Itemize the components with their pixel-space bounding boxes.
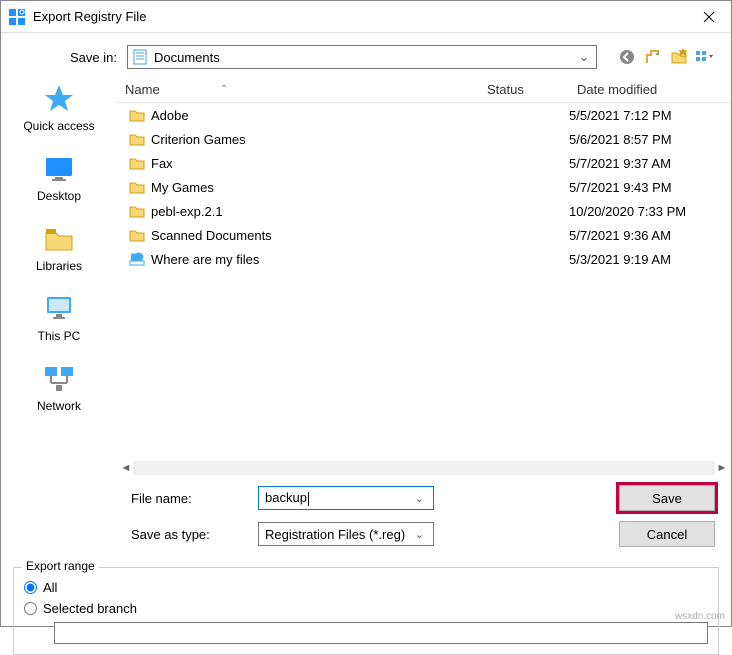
- folder-icon: [129, 107, 145, 123]
- horizontal-scrollbar[interactable]: ◄ ►: [117, 459, 731, 477]
- selected-branch-input[interactable]: [54, 622, 708, 644]
- export-range-legend: Export range: [22, 559, 99, 573]
- save-as-type-label: Save as type:: [131, 527, 246, 542]
- window-title: Export Registry File: [33, 9, 695, 24]
- sidebar-item-this-pc[interactable]: This PC: [38, 293, 81, 343]
- sort-indicator-icon: ⌃: [220, 84, 228, 95]
- file-row[interactable]: Adobe 5/5/2021 7:12 PM: [117, 103, 731, 127]
- scroll-track[interactable]: [133, 461, 715, 475]
- file-row[interactable]: Fax 5/7/2021 9:37 AM: [117, 151, 731, 175]
- column-headers: Name⌃ Status Date modified: [117, 77, 731, 103]
- network-icon: [43, 363, 75, 395]
- toolbar-buttons: ★: [617, 47, 715, 67]
- places-bar: Quick access Desktop Libraries This PC N…: [1, 77, 117, 477]
- file-date: 5/3/2021 9:19 AM: [569, 252, 719, 267]
- file-row[interactable]: Scanned Documents 5/7/2021 9:36 AM: [117, 223, 731, 247]
- folder-icon: [129, 131, 145, 147]
- link-icon: [129, 251, 145, 267]
- radio-all[interactable]: All: [24, 580, 708, 595]
- sidebar-item-libraries[interactable]: Libraries: [36, 223, 82, 273]
- watermark: wsxdn.com: [675, 611, 725, 622]
- header-date[interactable]: Date modified: [569, 82, 719, 97]
- file-date: 10/20/2020 7:33 PM: [569, 204, 719, 219]
- filename-label: File name:: [131, 491, 246, 506]
- new-folder-button[interactable]: ★: [669, 47, 689, 67]
- file-date: 5/5/2021 7:12 PM: [569, 108, 719, 123]
- titlebar: Export Registry File: [1, 1, 731, 33]
- folder-icon: [129, 155, 145, 171]
- radio-selected-branch[interactable]: Selected branch: [24, 601, 708, 616]
- filename-input[interactable]: backup ⌄: [258, 486, 434, 510]
- file-name: Where are my files: [151, 252, 259, 267]
- up-button[interactable]: [643, 47, 663, 67]
- view-menu-button[interactable]: [695, 47, 715, 67]
- sidebar-item-desktop[interactable]: Desktop: [37, 153, 81, 203]
- quick-access-icon: [43, 83, 75, 115]
- documents-icon: [132, 49, 148, 65]
- folder-icon: [129, 227, 145, 243]
- header-name[interactable]: Name⌃: [117, 82, 479, 97]
- save-button[interactable]: Save: [619, 485, 715, 511]
- bottom-form: File name: backup ⌄ Save Save as type: R…: [1, 477, 731, 561]
- file-date: 5/7/2021 9:37 AM: [569, 156, 719, 171]
- chevron-down-icon[interactable]: ⌄: [413, 528, 427, 541]
- file-row[interactable]: Criterion Games 5/6/2021 8:57 PM: [117, 127, 731, 151]
- file-name: My Games: [151, 180, 214, 195]
- file-list-area: Name⌃ Status Date modified Adobe 5/5/2021…: [117, 77, 731, 477]
- save-as-type-combo[interactable]: Registration Files (*.reg) ⌄: [258, 522, 434, 546]
- export-dialog: Export Registry File Save in: Documents …: [0, 0, 732, 627]
- scroll-left-icon[interactable]: ◄: [119, 462, 133, 474]
- save-in-row: Save in: Documents ⌄ ★: [1, 33, 731, 77]
- file-row[interactable]: My Games 5/7/2021 9:43 PM: [117, 175, 731, 199]
- file-name: Criterion Games: [151, 132, 246, 147]
- folder-icon: [129, 179, 145, 195]
- file-row[interactable]: Where are my files 5/3/2021 9:19 AM: [117, 247, 731, 271]
- svg-text:★: ★: [677, 49, 687, 59]
- folder-icon: [129, 203, 145, 219]
- file-name: pebl-exp.2.1: [151, 204, 223, 219]
- file-name: Scanned Documents: [151, 228, 272, 243]
- radio-selected-input[interactable]: [24, 602, 37, 615]
- close-button[interactable]: [695, 3, 723, 31]
- save-in-combo[interactable]: Documents ⌄: [127, 45, 597, 69]
- file-row[interactable]: pebl-exp.2.1 10/20/2020 7:33 PM: [117, 199, 731, 223]
- chevron-down-icon[interactable]: ⌄: [413, 492, 427, 505]
- desktop-icon: [43, 153, 75, 185]
- this-pc-icon: [43, 293, 75, 325]
- libraries-icon: [43, 223, 75, 255]
- file-date: 5/7/2021 9:43 PM: [569, 180, 719, 195]
- back-button[interactable]: [617, 47, 637, 67]
- save-in-value: Documents: [154, 50, 576, 65]
- chevron-down-icon: ⌄: [576, 49, 592, 65]
- radio-all-input[interactable]: [24, 581, 37, 594]
- cancel-button[interactable]: Cancel: [619, 521, 715, 547]
- file-name: Fax: [151, 156, 173, 171]
- export-range-group: Export range All Selected branch: [13, 567, 719, 655]
- save-in-label: Save in:: [17, 50, 117, 65]
- header-status[interactable]: Status: [479, 82, 569, 97]
- regedit-icon: [9, 9, 25, 25]
- scroll-right-icon[interactable]: ►: [715, 462, 729, 474]
- sidebar-item-quick-access[interactable]: Quick access: [23, 83, 94, 133]
- file-rows: Adobe 5/5/2021 7:12 PM Criterion Games 5/6/…: [117, 103, 731, 459]
- file-date: 5/6/2021 8:57 PM: [569, 132, 719, 147]
- file-date: 5/7/2021 9:36 AM: [569, 228, 719, 243]
- sidebar-item-network[interactable]: Network: [37, 363, 81, 413]
- file-name: Adobe: [151, 108, 189, 123]
